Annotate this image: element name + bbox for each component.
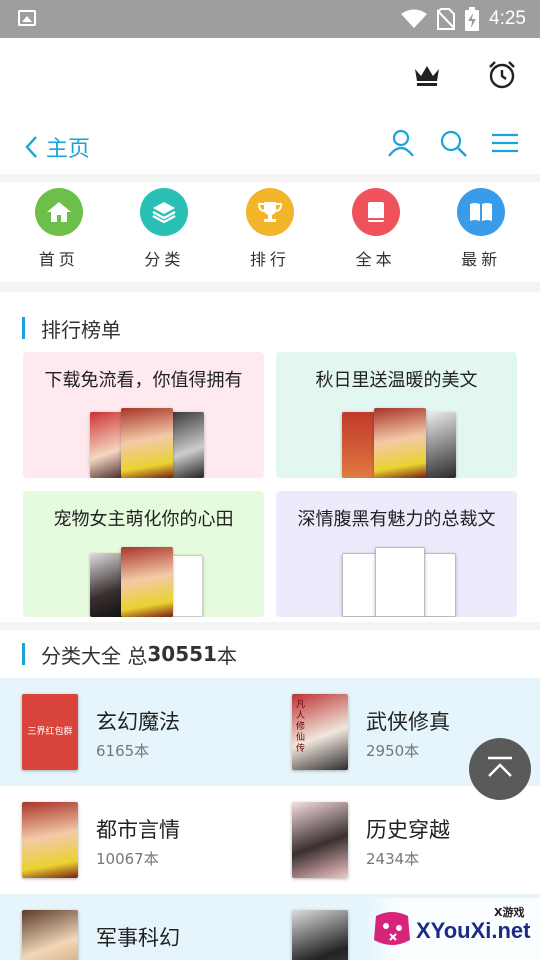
category-circle bbox=[34, 188, 83, 236]
user-icon[interactable] bbox=[386, 128, 416, 158]
scroll-to-top-button[interactable] bbox=[469, 738, 531, 800]
genre-thumbnail bbox=[22, 910, 78, 960]
card-covers bbox=[23, 547, 264, 617]
nav-actions bbox=[386, 128, 520, 158]
card-title: 宠物女主萌化你的心田 bbox=[53, 509, 234, 530]
search-icon[interactable] bbox=[438, 128, 468, 158]
section-accent-bar bbox=[22, 643, 25, 665]
watermark-text: XYouXi.net bbox=[416, 918, 531, 943]
category-circle bbox=[140, 188, 189, 236]
section-title: 排行榜单 bbox=[22, 316, 121, 342]
book-cover-placeholder bbox=[375, 547, 425, 617]
genre-thumbnail: 三界红包群 bbox=[22, 694, 78, 770]
gamepad-logo-icon bbox=[374, 912, 410, 945]
genre-item-military[interactable]: 军事科幻 bbox=[0, 894, 270, 960]
book-cover bbox=[374, 408, 426, 478]
card-title: 下载免流看，你值得拥有 bbox=[44, 370, 243, 391]
category-complete[interactable]: 全本 bbox=[336, 182, 416, 282]
book-icon bbox=[367, 202, 384, 222]
image-notification-icon bbox=[18, 10, 36, 26]
category-label: 排行 bbox=[249, 250, 290, 269]
battery-charging-icon bbox=[465, 7, 480, 31]
category-circle bbox=[351, 188, 400, 236]
status-icons: 4:25 bbox=[401, 6, 526, 32]
classification-title-suffix: 本 bbox=[216, 643, 237, 668]
genre-name: 武侠修真 bbox=[366, 710, 450, 734]
layers-icon bbox=[152, 202, 176, 224]
category-home[interactable]: 首页 bbox=[19, 182, 99, 282]
menu-icon[interactable] bbox=[490, 128, 520, 158]
ranking-card-ceo[interactable]: 深情腹黑有魅力的总裁文 bbox=[276, 491, 517, 617]
category-ranking[interactable]: 排行 bbox=[230, 182, 310, 282]
category-classify[interactable]: 分类 bbox=[124, 182, 204, 282]
wifi-icon bbox=[401, 9, 428, 28]
ranking-card-free[interactable]: 下载免流看，你值得拥有 bbox=[23, 352, 264, 478]
genre-count: 6165本 bbox=[96, 742, 150, 760]
genre-thumbnail bbox=[292, 802, 348, 878]
category-latest[interactable]: 最新 bbox=[441, 182, 521, 282]
cover-text: 凡人修仙传 bbox=[296, 700, 306, 754]
genre-count: 2950本 bbox=[366, 742, 420, 760]
navigation-bar: 主页 bbox=[0, 114, 540, 174]
genre-item-urban[interactable]: 都市言情 10067本 bbox=[0, 786, 270, 894]
category-label: 分类 bbox=[144, 250, 185, 269]
genre-item-history[interactable]: 历史穿越 2434本 bbox=[270, 786, 540, 894]
clock-time: 4:25 bbox=[489, 8, 526, 29]
classification-total: 30551 bbox=[147, 642, 217, 666]
back-home-button[interactable]: 主页 bbox=[24, 131, 90, 163]
watermark: X游戏 XYouXi.net bbox=[366, 898, 540, 960]
category-label: 首页 bbox=[38, 250, 79, 269]
back-label: 主页 bbox=[46, 137, 91, 162]
genre-item-fantasy[interactable]: 三界红包群 玄幻魔法 6165本 bbox=[0, 678, 270, 786]
category-shortcuts: 首页 分类 排行 全本 最新 bbox=[0, 182, 540, 282]
ranking-card-autumn[interactable]: 秋日里送温暖的美文 bbox=[276, 352, 517, 478]
genre-name: 军事科幻 bbox=[96, 926, 180, 950]
genre-thumbnail: 凡人修仙传 bbox=[292, 694, 348, 770]
category-label: 全本 bbox=[355, 250, 396, 269]
book-cover bbox=[121, 408, 173, 478]
genre-name: 玄幻魔法 bbox=[96, 710, 180, 734]
ranking-section: 排行榜单 下载免流看，你值得拥有 秋日里送温暖的美文 宠物女主萌化你的心田 深情… bbox=[0, 292, 540, 622]
genre-count: 2434本 bbox=[366, 850, 420, 868]
cover-text: 三界红包群 bbox=[27, 727, 73, 737]
card-covers bbox=[276, 408, 517, 478]
genre-name: 历史穿越 bbox=[366, 818, 450, 842]
category-circle bbox=[245, 188, 294, 236]
classification-row: 都市言情 10067本 历史穿越 2434本 bbox=[0, 786, 540, 894]
no-sim-icon bbox=[437, 8, 456, 30]
section-title: 分类大全 总 30551 本 bbox=[22, 642, 237, 668]
arrow-up-icon bbox=[488, 756, 512, 777]
chevron-left-icon bbox=[25, 136, 37, 158]
card-covers bbox=[23, 408, 264, 478]
section-accent-bar bbox=[22, 317, 25, 339]
ranking-card-pet[interactable]: 宠物女主萌化你的心田 bbox=[23, 491, 264, 617]
genre-thumbnail bbox=[292, 910, 348, 960]
home-icon bbox=[46, 202, 71, 222]
classification-header: 分类大全 总 30551 本 bbox=[0, 630, 540, 678]
genre-thumbnail bbox=[22, 802, 78, 878]
top-bar bbox=[0, 38, 540, 114]
trophy-icon bbox=[257, 202, 282, 222]
card-covers bbox=[276, 547, 517, 617]
open-book-icon bbox=[470, 203, 493, 221]
card-title: 秋日里送温暖的美文 bbox=[315, 370, 478, 391]
card-title: 深情腹黑有魅力的总裁文 bbox=[297, 509, 496, 530]
book-cover bbox=[424, 412, 456, 478]
category-label: 最新 bbox=[461, 250, 502, 269]
genre-count: 10067本 bbox=[96, 850, 159, 868]
status-bar: 4:25 bbox=[0, 0, 540, 38]
alarm-clock-icon[interactable] bbox=[487, 60, 517, 90]
book-cover bbox=[121, 547, 173, 617]
ranking-title: 排行榜单 bbox=[41, 317, 121, 342]
classification-title-prefix: 分类大全 总 bbox=[41, 643, 148, 668]
crown-icon[interactable] bbox=[414, 64, 440, 86]
category-circle bbox=[457, 188, 506, 236]
genre-name: 都市言情 bbox=[96, 818, 180, 842]
classification-row: 三界红包群 玄幻魔法 6165本 凡人修仙传 武侠修真 2950本 bbox=[0, 678, 540, 786]
